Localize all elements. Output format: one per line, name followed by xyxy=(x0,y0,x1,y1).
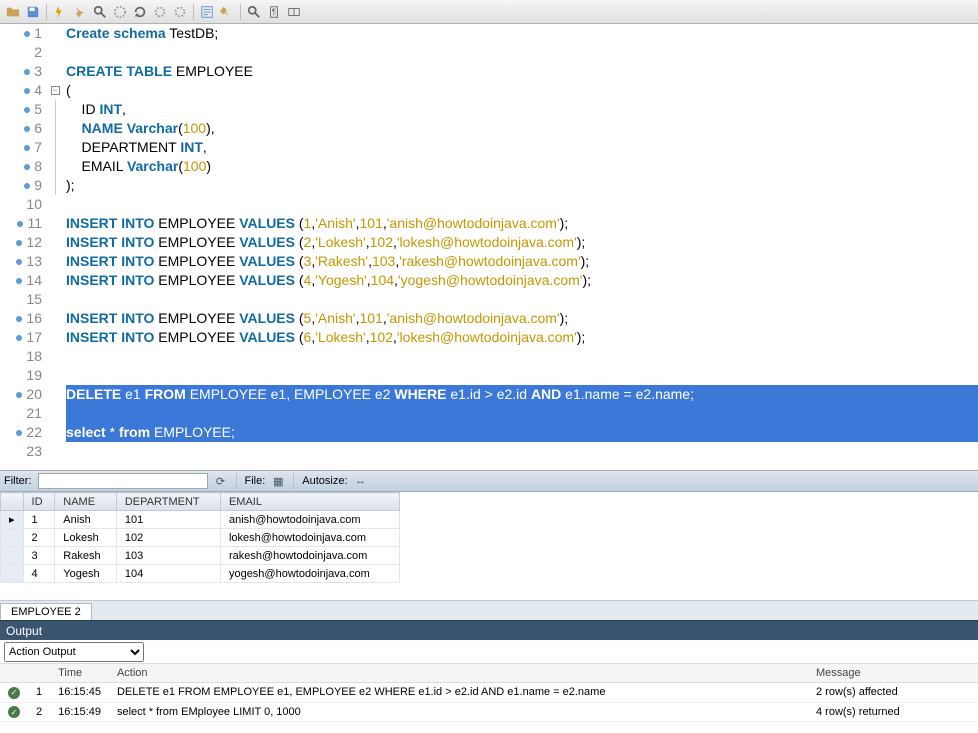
line-number[interactable]: 22 xyxy=(0,423,42,442)
code-line[interactable]: INSERT INTO EMPLOYEE VALUES (1,'Anish',1… xyxy=(66,214,978,233)
execute-icon[interactable] xyxy=(51,3,69,21)
line-number[interactable]: 23 xyxy=(0,442,42,461)
sql-toolbar: ¶ xyxy=(0,0,978,24)
column-header[interactable]: NAME xyxy=(55,493,117,511)
table-row[interactable]: 2Lokesh102lokesh@howtodoinjava.com xyxy=(1,529,400,547)
refresh-filter-icon[interactable]: ⟳ xyxy=(214,474,228,488)
column-header[interactable]: EMAIL xyxy=(220,493,399,511)
line-number[interactable]: 5 xyxy=(0,100,42,119)
code-line[interactable] xyxy=(66,442,978,461)
line-number[interactable]: 11 xyxy=(0,214,42,233)
output-toolbar: Action Output xyxy=(0,640,978,664)
success-icon: ✓ xyxy=(8,706,20,718)
line-number[interactable]: 17 xyxy=(0,328,42,347)
stop-icon[interactable] xyxy=(111,3,129,21)
info-icon[interactable]: ¶ xyxy=(265,3,283,21)
code-line[interactable]: NAME Varchar(100), xyxy=(66,119,978,138)
line-number[interactable]: 12 xyxy=(0,233,42,252)
output-col-action: Action xyxy=(109,664,808,683)
code-line[interactable] xyxy=(66,290,978,309)
code-line[interactable]: INSERT INTO EMPLOYEE VALUES (6,'Lokesh',… xyxy=(66,328,978,347)
output-mode-select[interactable]: Action Output xyxy=(4,642,144,662)
table-row[interactable]: ▸1Anish101anish@howtodoinjava.com xyxy=(1,511,400,529)
beautify-icon[interactable] xyxy=(71,3,89,21)
open-icon[interactable] xyxy=(4,3,22,21)
line-number[interactable]: 13 xyxy=(0,252,42,271)
code-line[interactable]: DEPARTMENT INT, xyxy=(66,138,978,157)
results-tab-bar: EMPLOYEE 2 xyxy=(0,600,978,620)
toggle-icon[interactable] xyxy=(285,3,303,21)
results-filter-bar: Filter: ⟳ File: ▦ Autosize: ↔ xyxy=(0,470,978,492)
search-icon[interactable] xyxy=(91,3,109,21)
code-line[interactable]: INSERT INTO EMPLOYEE VALUES (2,'Lokesh',… xyxy=(66,233,978,252)
line-number[interactable]: 3 xyxy=(0,62,42,81)
line-number[interactable]: 2 xyxy=(0,43,42,62)
line-number[interactable]: 20 xyxy=(0,385,42,404)
line-number[interactable]: 4 xyxy=(0,81,42,100)
output-col-time: Time xyxy=(50,664,109,683)
autosize-icon[interactable]: ↔ xyxy=(354,474,368,488)
code-line[interactable]: DELETE e1 FROM EMPLOYEE e1, EMPLOYEE e2 … xyxy=(66,385,978,404)
code-line[interactable]: INSERT INTO EMPLOYEE VALUES (4,'Yogesh',… xyxy=(66,271,978,290)
filter-label: Filter: xyxy=(4,475,32,487)
commit-icon[interactable] xyxy=(151,3,169,21)
filter-input[interactable] xyxy=(38,473,208,489)
line-number[interactable]: 18 xyxy=(0,347,42,366)
code-line[interactable] xyxy=(66,195,978,214)
line-number[interactable]: 8 xyxy=(0,157,42,176)
line-number[interactable]: 10 xyxy=(0,195,42,214)
refresh-icon[interactable] xyxy=(131,3,149,21)
line-number[interactable]: 16 xyxy=(0,309,42,328)
fold-toggle-icon[interactable]: − xyxy=(51,86,60,95)
rollback-icon[interactable] xyxy=(171,3,189,21)
line-number[interactable]: 9 xyxy=(0,176,42,195)
code-line[interactable]: EMAIL Varchar(100) xyxy=(66,157,978,176)
sql-editor[interactable]: 1234567891011121314151617181920212223 − … xyxy=(0,24,978,470)
file-export-icon[interactable]: ▦ xyxy=(271,474,285,488)
save-icon[interactable] xyxy=(24,3,42,21)
code-line[interactable]: INSERT INTO EMPLOYEE VALUES (3,'Rakesh',… xyxy=(66,252,978,271)
svg-text:¶: ¶ xyxy=(272,7,276,16)
plan-icon[interactable] xyxy=(198,3,216,21)
code-line[interactable] xyxy=(66,404,978,423)
table-row[interactable]: 4Yogesh104yogesh@howtodoinjava.com xyxy=(1,565,400,583)
result-tab[interactable]: EMPLOYEE 2 xyxy=(0,603,92,620)
table-row[interactable]: 3Rakesh103rakesh@howtodoinjava.com xyxy=(1,547,400,565)
results-grid-container[interactable]: IDNAMEDEPARTMENTEMAIL ▸1Anish101anish@ho… xyxy=(0,492,978,600)
line-number[interactable]: 6 xyxy=(0,119,42,138)
output-log-table: Time Action Message ✓116:15:45DELETE e1 … xyxy=(0,664,978,722)
export-icon[interactable] xyxy=(218,3,236,21)
code-line[interactable] xyxy=(66,43,978,62)
code-line[interactable]: INSERT INTO EMPLOYEE VALUES (5,'Anish',1… xyxy=(66,309,978,328)
output-title: Output xyxy=(6,624,42,638)
success-icon: ✓ xyxy=(8,687,20,699)
code-line[interactable]: Create schema TestDB; xyxy=(66,24,978,43)
results-grid[interactable]: IDNAMEDEPARTMENTEMAIL ▸1Anish101anish@ho… xyxy=(0,492,400,583)
line-number[interactable]: 15 xyxy=(0,290,42,309)
output-col-message: Message xyxy=(808,664,978,683)
code-line[interactable] xyxy=(66,347,978,366)
line-number[interactable]: 21 xyxy=(0,404,42,423)
code-line[interactable]: select * from EMPLOYEE; xyxy=(66,423,978,442)
code-line[interactable]: CREATE TABLE EMPLOYEE xyxy=(66,62,978,81)
code-line[interactable] xyxy=(66,366,978,385)
line-number[interactable]: 19 xyxy=(0,366,42,385)
output-panel-header: Output xyxy=(0,620,978,640)
code-line[interactable]: ); xyxy=(66,176,978,195)
code-line[interactable]: ID INT, xyxy=(66,100,978,119)
zoom-icon[interactable] xyxy=(245,3,263,21)
code-line[interactable]: ( xyxy=(66,81,978,100)
file-label: File: xyxy=(245,475,266,487)
output-row[interactable]: ✓116:15:45DELETE e1 FROM EMPLOYEE e1, EM… xyxy=(0,683,978,703)
output-row[interactable]: ✓216:15:49select * from EMployee LIMIT 0… xyxy=(0,702,978,722)
column-header[interactable]: DEPARTMENT xyxy=(116,493,220,511)
autosize-label: Autosize: xyxy=(302,475,347,487)
line-number[interactable]: 14 xyxy=(0,271,42,290)
line-number[interactable]: 7 xyxy=(0,138,42,157)
line-number[interactable]: 1 xyxy=(0,24,42,43)
column-header[interactable]: ID xyxy=(23,493,55,511)
